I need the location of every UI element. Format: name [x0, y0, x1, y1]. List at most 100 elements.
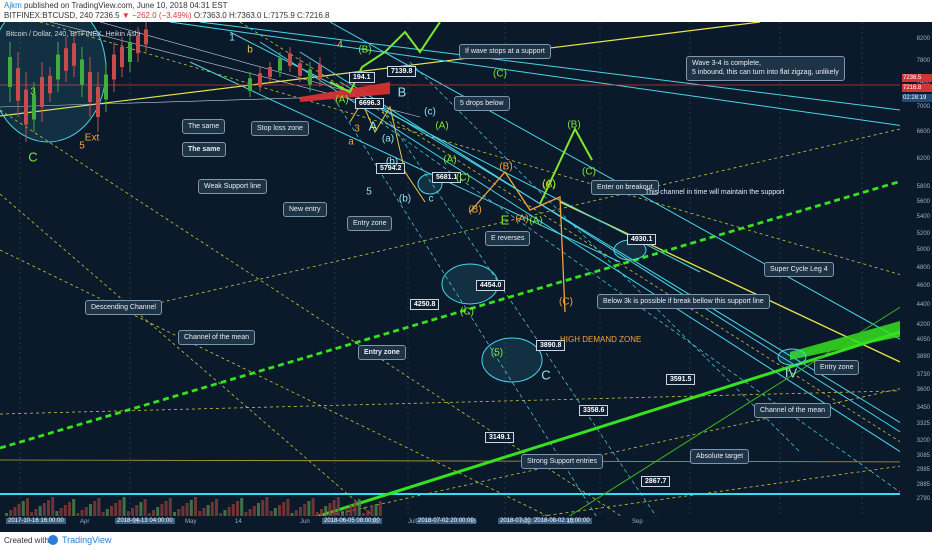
annotation-callout: New entry: [283, 202, 327, 218]
created-with-text: Created with: [4, 536, 49, 545]
volume-bar-88: [374, 504, 378, 516]
price-chart[interactable]: Bitcoin / Dollar, 240, BITFINEX, Heikin …: [0, 22, 932, 532]
y-tick-label: 2985: [916, 467, 930, 474]
volume-bar-18: [80, 510, 84, 516]
price-candle-11: [96, 87, 100, 117]
current-price-tag: 7236.5: [902, 74, 932, 82]
volume-bar-68: [290, 513, 294, 516]
x-tick-label: 16: [470, 519, 477, 525]
publish-header: Ajkm published on TradingView.com, June …: [0, 0, 932, 22]
author-link[interactable]: Ajkm: [4, 1, 22, 10]
y-tick-label: 6600: [916, 128, 930, 135]
wave-label: Ext: [84, 132, 100, 144]
volume-bar-38: [164, 501, 168, 516]
volume-bar-4: [21, 501, 25, 516]
price-candle-3: [32, 94, 36, 120]
price-candle-25: [318, 64, 322, 80]
x-tick-label: 14: [235, 519, 242, 525]
volume-bar-56: [240, 498, 244, 516]
wave-label: C: [541, 367, 551, 383]
annotation-callout: 5 drops below: [454, 96, 510, 112]
volume-bar-89: [378, 501, 382, 516]
volume-bar-12: [55, 511, 59, 516]
annotation-callout: The same: [182, 119, 226, 135]
volume-bar-73: [311, 498, 315, 516]
volume-bar-34: [147, 513, 151, 516]
y-tick-label: 4600: [916, 282, 930, 289]
annotation-callout: Descending Channel: [85, 300, 162, 316]
volume-bar-29: [126, 511, 130, 516]
price-candle-10: [88, 72, 92, 102]
annotation-callout: Stop loss zone: [251, 121, 309, 137]
wave-label: (B): [499, 161, 513, 173]
volume-bar-69: [294, 510, 298, 516]
current-price-tag: 02:28:19: [902, 94, 932, 102]
price-candle-24: [308, 69, 312, 85]
volume-bar-53: [227, 507, 231, 516]
y-tick-label: 3085: [916, 453, 930, 460]
volume-bar-71: [303, 504, 307, 516]
price-candle-0: [8, 57, 12, 87]
tradingview-link[interactable]: TradingView: [62, 535, 112, 545]
volume-bar-76: [324, 506, 328, 516]
volume-bar-10: [47, 500, 50, 516]
volume-bar-54: [231, 504, 235, 516]
annotation-callout: Wave 3-4 is complete, 5 inbound, this ca…: [686, 56, 845, 81]
price-tag: 3149.1: [485, 432, 515, 443]
y-tick-label: 3730: [916, 372, 930, 379]
volume-bar-37: [160, 504, 164, 516]
y-tick-label: 4050: [916, 337, 930, 344]
y-tick-label: 5800: [916, 183, 930, 190]
x-tick-label: 2018-04-13 04:00:00: [115, 518, 175, 524]
wave-label: 3: [354, 123, 360, 135]
wave-label: (A): [515, 213, 529, 225]
annotation-callout: Super Cycle Leg 4: [764, 262, 834, 278]
price-candle-23: [298, 63, 302, 76]
y-tick-label: 7000: [916, 103, 930, 110]
x-tick-label: Aug: [520, 519, 531, 525]
annotation-callout: HIGH DEMAND ZONE: [560, 335, 642, 344]
volume-bar-3: [17, 504, 21, 516]
price-candle-17: [144, 29, 148, 45]
volume-bar-82: [349, 505, 353, 516]
volume-bar-49: [210, 502, 214, 516]
y-tick-label: 3325: [916, 421, 930, 428]
volume-bar-83: [353, 502, 357, 516]
price-candle-20: [268, 67, 272, 77]
volume-bar-1: [9, 510, 13, 516]
annotation-callout: Entry zone: [814, 360, 860, 376]
volume-bar-27: [118, 500, 122, 516]
y-tick-label: 5000: [916, 247, 930, 254]
volume-bar-55: [236, 501, 239, 516]
price-tag: 4250.8: [410, 299, 440, 310]
wave-label: (b): [398, 193, 412, 205]
volume-bar-81: [345, 508, 349, 516]
entry-ellipse-2: [481, 337, 543, 383]
volume-bar-70: [299, 507, 302, 516]
price-candle-15: [128, 42, 132, 62]
volume-bar-57: [244, 512, 248, 516]
price-candle-19: [258, 73, 262, 86]
yellow-dotted-line-7: [499, 461, 931, 523]
volume-bar-63: [269, 511, 273, 516]
annotation-callout: Channel of the mean: [178, 330, 255, 346]
volume-bar-59: [252, 506, 256, 516]
volume-bar-79: [336, 497, 340, 516]
annotation-callout: Channel of the mean: [754, 403, 831, 419]
wave-label: (B): [468, 204, 482, 216]
volume-bar-50: [215, 499, 218, 516]
volume-bar-78: [332, 500, 336, 516]
price-tag: 4454.0: [476, 280, 506, 291]
volume-bar-23: [101, 512, 105, 516]
volume-bar-65: [278, 505, 281, 516]
x-tick-label: Sep: [632, 519, 643, 525]
price-tag: 2867.7: [641, 476, 671, 487]
price-candle-18: [248, 78, 252, 91]
wave-label: (A): [542, 178, 556, 190]
volume-bar-66: [282, 502, 286, 516]
volume-bar-51: [219, 513, 223, 516]
volume-bar-60: [257, 503, 260, 516]
wave-label: (A): [335, 94, 349, 106]
volume-bar-64: [273, 508, 277, 516]
tradingview-logo-icon: [48, 535, 58, 545]
